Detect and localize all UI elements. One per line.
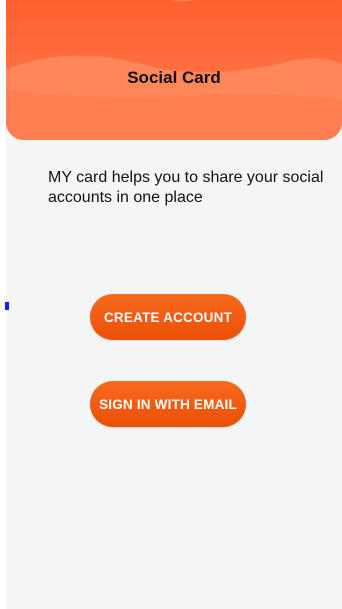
app-screen: Social Card MY card helps you to share y…: [6, 0, 342, 609]
edge-marker: [5, 302, 9, 310]
page-title: Social Card: [127, 68, 221, 87]
intro-text: MY card helps you to share your social a…: [48, 169, 324, 206]
sign-in-with-email-button[interactable]: SIGN IN WITH EMAIL: [90, 381, 246, 427]
header-banner: Social Card: [6, 0, 342, 140]
create-account-button[interactable]: CREATE ACCOUNT: [90, 294, 246, 340]
